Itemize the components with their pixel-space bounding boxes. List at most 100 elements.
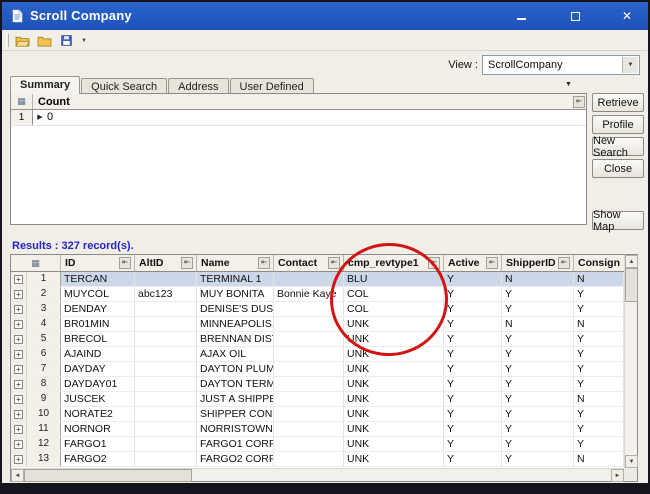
cell-contact[interactable]: Bonnie Kaye xyxy=(274,287,344,301)
table-row[interactable]: + 2 MUYCOL abc123 MUY BONITA Bonnie Kaye… xyxy=(11,287,624,302)
scroll-right-button[interactable]: ► xyxy=(611,469,624,482)
cell-active[interactable]: Y xyxy=(444,437,502,451)
cell-active[interactable]: Y xyxy=(444,392,502,406)
cell-contact[interactable] xyxy=(274,302,344,316)
grid-corner-icon[interactable]: ▦ xyxy=(11,94,33,109)
column-sort-button[interactable]: ⇤ xyxy=(573,96,585,108)
row-expand-cell[interactable]: + xyxy=(11,362,27,376)
cell-revtype[interactable]: UNK xyxy=(344,422,444,436)
horizontal-scroll-thumb[interactable] xyxy=(24,469,192,482)
column-header-shipperid[interactable]: ShipperID ⇤ xyxy=(502,255,574,271)
cell-active[interactable]: Y xyxy=(444,377,502,391)
minimize-button[interactable] xyxy=(512,8,530,24)
cell-shipperid[interactable]: N xyxy=(502,317,574,331)
cell-consign[interactable]: N xyxy=(574,452,624,466)
cell-shipperid[interactable]: Y xyxy=(502,452,574,466)
title-bar[interactable]: Scroll Company ✕ xyxy=(2,2,648,30)
cell-revtype[interactable]: UNK xyxy=(344,392,444,406)
save-button[interactable] xyxy=(57,32,76,49)
cell-revtype[interactable]: UNK xyxy=(344,347,444,361)
cell-name[interactable]: AJAX OIL xyxy=(197,347,274,361)
table-row[interactable]: + 3 DENDAY DENISE'S DUST... COL Y Y Y xyxy=(11,302,624,317)
row-number[interactable]: 12 xyxy=(27,437,61,451)
cell-active[interactable]: Y xyxy=(444,452,502,466)
cell-id[interactable]: MUYCOL xyxy=(61,287,135,301)
profile-button[interactable]: Profile xyxy=(592,115,644,134)
toolbar-overflow-icon[interactable]: ▼ xyxy=(79,38,87,44)
cell-active[interactable]: Y xyxy=(444,302,502,316)
row-number[interactable]: 6 xyxy=(27,347,61,361)
cell-id[interactable]: BRECOL xyxy=(61,332,135,346)
row-expand-cell[interactable]: + xyxy=(11,317,27,331)
table-row[interactable]: + 6 AJAIND AJAX OIL UNK Y Y Y xyxy=(11,347,624,362)
row-number[interactable]: 3 xyxy=(27,302,61,316)
table-row[interactable]: + 9 JUSCEK JUST A SHIPPER UNK Y Y N xyxy=(11,392,624,407)
cell-shipperid[interactable]: Y xyxy=(502,362,574,376)
cell-active[interactable]: Y xyxy=(444,287,502,301)
cell-shipperid[interactable]: Y xyxy=(502,332,574,346)
horizontal-scrollbar[interactable]: ◄ ► xyxy=(11,468,624,481)
show-map-button[interactable]: Show Map xyxy=(592,211,644,230)
expand-plus-icon[interactable]: + xyxy=(14,440,23,449)
row-number[interactable]: 9 xyxy=(27,392,61,406)
table-row[interactable]: + 1 TERCAN TERMINAL 1 BLU Y N N xyxy=(11,272,624,287)
table-row[interactable]: + 11 NORNOR NORRISTOWN,... UNK Y Y Y xyxy=(11,422,624,437)
close-search-button[interactable]: Close xyxy=(592,159,644,178)
cell-active[interactable]: Y xyxy=(444,272,502,286)
expand-plus-icon[interactable]: + xyxy=(14,380,23,389)
cell-name[interactable]: MINNEAPOLIS... xyxy=(197,317,274,331)
row-expand-cell[interactable]: + xyxy=(11,392,27,406)
column-header-consign[interactable]: Consign xyxy=(574,255,624,271)
cell-revtype[interactable]: UNK xyxy=(344,317,444,331)
cell-contact[interactable] xyxy=(274,272,344,286)
cell-contact[interactable] xyxy=(274,437,344,451)
cell-active[interactable]: Y xyxy=(444,317,502,331)
row-expand-cell[interactable]: + xyxy=(11,347,27,361)
cell-altid[interactable] xyxy=(135,332,197,346)
cell-name[interactable]: JUST A SHIPPER xyxy=(197,392,274,406)
table-row[interactable]: + 4 BR01MIN MINNEAPOLIS... UNK Y N N xyxy=(11,317,624,332)
cell-altid[interactable] xyxy=(135,302,197,316)
cell-active[interactable]: Y xyxy=(444,407,502,421)
cell-shipperid[interactable]: N xyxy=(502,272,574,286)
expand-plus-icon[interactable]: + xyxy=(14,365,23,374)
cell-id[interactable]: TERCAN xyxy=(61,272,135,286)
cell-shipperid[interactable]: Y xyxy=(502,302,574,316)
cell-contact[interactable] xyxy=(274,362,344,376)
cell-consign[interactable]: Y xyxy=(574,377,624,391)
cell-name[interactable]: MUY BONITA xyxy=(197,287,274,301)
row-number[interactable]: 5 xyxy=(27,332,61,346)
cell-consign[interactable]: Y xyxy=(574,287,624,301)
row-number[interactable]: 8 xyxy=(27,377,61,391)
row-expand-cell[interactable]: + xyxy=(11,287,27,301)
cell-revtype[interactable]: UNK xyxy=(344,377,444,391)
row-number[interactable]: 13 xyxy=(27,452,61,466)
cell-altid[interactable] xyxy=(135,392,197,406)
column-header-cmp-revtype1[interactable]: cmp_revtype1 ⇤ xyxy=(344,255,444,271)
expand-plus-icon[interactable]: + xyxy=(14,335,23,344)
expand-plus-icon[interactable]: + xyxy=(14,425,23,434)
column-header-id[interactable]: ID ⇤ xyxy=(61,255,135,271)
cell-name[interactable]: SHIPPER CONSI... xyxy=(197,407,274,421)
folder-button[interactable] xyxy=(35,32,54,49)
summary-row[interactable]: 1 ▶ 0 xyxy=(11,110,586,126)
cell-shipperid[interactable]: Y xyxy=(502,437,574,451)
cell-name[interactable]: FARGO2 CORP xyxy=(197,452,274,466)
scroll-up-button[interactable]: ▲ xyxy=(625,255,638,268)
cell-id[interactable]: NORATE2 xyxy=(61,407,135,421)
cell-revtype[interactable]: UNK xyxy=(344,452,444,466)
scroll-down-button[interactable]: ▼ xyxy=(625,455,638,468)
cell-id[interactable]: DAYDAY xyxy=(61,362,135,376)
expand-plus-icon[interactable]: + xyxy=(14,410,23,419)
cell-active[interactable]: Y xyxy=(444,332,502,346)
vertical-scroll-thumb[interactable] xyxy=(625,268,638,302)
table-row[interactable]: + 7 DAYDAY DAYTON PLUM... UNK Y Y Y xyxy=(11,362,624,377)
row-number[interactable]: 1 xyxy=(11,110,33,125)
row-expand-cell[interactable]: + xyxy=(11,272,27,286)
cell-name[interactable]: DENISE'S DUST... xyxy=(197,302,274,316)
cell-name[interactable]: BRENNAN DIST... xyxy=(197,332,274,346)
cell-contact[interactable] xyxy=(274,317,344,331)
cell-consign[interactable]: Y xyxy=(574,407,624,421)
cell-revtype[interactable]: UNK xyxy=(344,437,444,451)
column-sort-button[interactable]: ⇤ xyxy=(119,257,131,269)
